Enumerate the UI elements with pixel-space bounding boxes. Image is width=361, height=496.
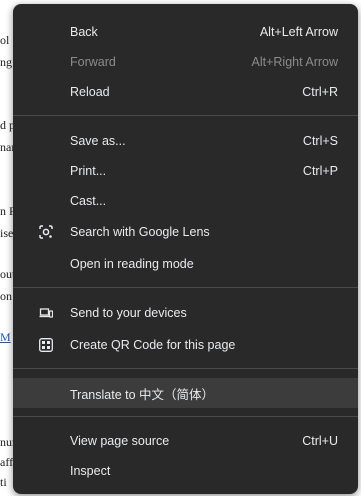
background-link-fragment[interactable]: M: [0, 330, 11, 345]
background-text-fragment: aff: [0, 455, 14, 469]
background-text-fragment: ol: [0, 33, 10, 47]
google-lens-icon: [39, 225, 53, 239]
menu-item-shortcut: Ctrl+P: [302, 164, 338, 178]
background-text-fragment: on: [0, 289, 12, 303]
browser-context-menu: Back Alt+Left Arrow Forward Alt+Right Ar…: [13, 4, 358, 494]
menu-item-shortcut: Alt+Right Arrow: [251, 55, 339, 69]
menu-item-cast[interactable]: Cast...: [13, 186, 358, 216]
qr-code-icon: [39, 338, 53, 352]
menu-item-label: Back: [70, 25, 98, 39]
menu-item-shortcut: Alt+Left Arrow: [259, 25, 338, 39]
menu-item-create-qr-code[interactable]: Create QR Code for this page: [13, 330, 358, 360]
menu-item-label: Search with Google Lens: [70, 225, 210, 239]
menu-item-label: Create QR Code for this page: [70, 338, 236, 352]
menu-item-label: Print...: [70, 164, 107, 178]
menu-separator: [13, 416, 358, 417]
background-text-fragment: ise: [0, 226, 14, 240]
menu-item-view-source[interactable]: View page source Ctrl+U: [13, 426, 358, 456]
menu-item-google-lens[interactable]: Search with Google Lens: [13, 217, 358, 247]
menu-item-shortcut: Ctrl+R: [302, 85, 338, 99]
menu-item-label: Forward: [70, 55, 116, 69]
devices-icon: [39, 306, 53, 320]
menu-separator: [13, 368, 358, 369]
menu-item-label: Cast...: [70, 194, 107, 208]
menu-item-send-to-devices[interactable]: Send to your devices: [13, 298, 358, 328]
menu-item-label: View page source: [70, 434, 170, 448]
menu-item-label: Send to your devices: [70, 306, 187, 320]
menu-item-label: Save as...: [70, 134, 126, 148]
menu-item-label: Inspect: [70, 464, 111, 478]
menu-item-reload[interactable]: Reload Ctrl+R: [13, 77, 358, 107]
menu-item-save-as[interactable]: Save as... Ctrl+S: [13, 126, 358, 156]
menu-item-forward: Forward Alt+Right Arrow: [13, 47, 358, 77]
menu-separator: [13, 115, 358, 116]
menu-item-translate[interactable]: Translate to 中文（简体）: [13, 378, 358, 408]
background-text-fragment: ti: [0, 475, 7, 489]
menu-item-shortcut: Ctrl+S: [302, 134, 338, 148]
menu-item-print[interactable]: Print... Ctrl+P: [13, 156, 358, 186]
menu-item-shortcut: Ctrl+U: [302, 434, 338, 448]
menu-item-label: Reload: [70, 85, 110, 99]
menu-item-back[interactable]: Back Alt+Left Arrow: [13, 17, 358, 47]
menu-separator: [13, 287, 358, 288]
menu-item-label: Translate to 中文（简体）: [70, 387, 215, 402]
background-text-fragment: ng: [0, 55, 12, 69]
menu-item-reading-mode[interactable]: Open in reading mode: [13, 249, 358, 279]
menu-item-inspect[interactable]: Inspect: [13, 456, 358, 486]
menu-item-label: Open in reading mode: [70, 257, 194, 271]
